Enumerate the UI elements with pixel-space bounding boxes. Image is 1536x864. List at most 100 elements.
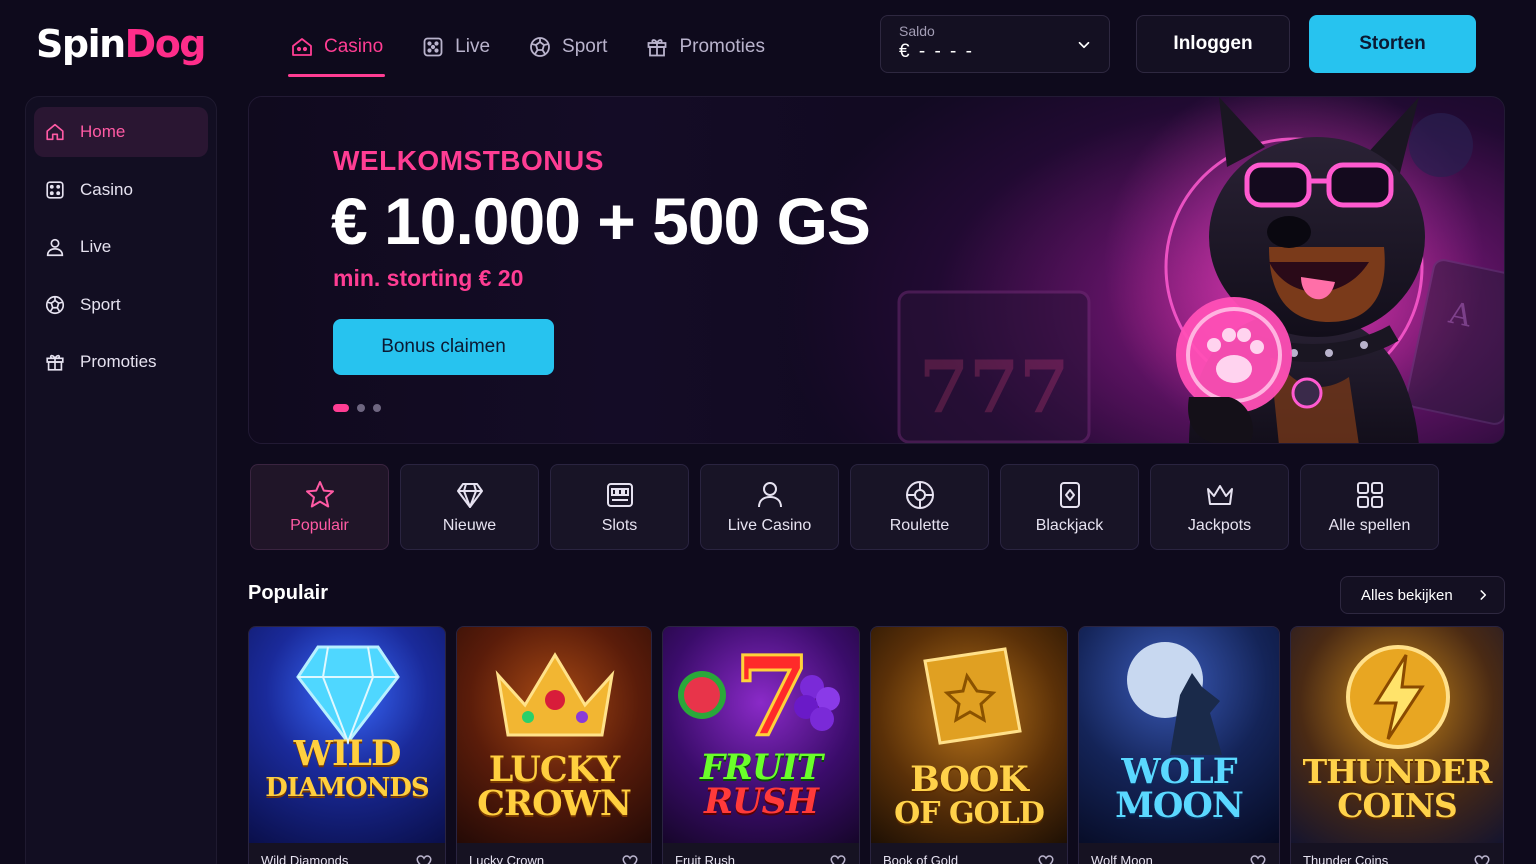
balance-dropdown[interactable]: Saldo € - - - - <box>880 15 1110 73</box>
carousel-dot-2[interactable] <box>357 404 365 412</box>
logo-part-spin: Spin <box>36 22 126 66</box>
category-label: Alle spellen <box>1328 517 1411 534</box>
category-label: Roulette <box>889 517 950 534</box>
gift-icon <box>648 39 667 57</box>
ball-icon <box>45 295 65 314</box>
sidebar-item-casino[interactable]: Casino <box>34 165 208 215</box>
sidebar-item-label: Promoties <box>80 352 157 371</box>
nav-item-sport[interactable]: Sport <box>526 26 609 68</box>
category-label: Populair <box>290 517 349 534</box>
section-title-popular: Populair <box>248 582 329 604</box>
category-nieuwe[interactable]: Nieuwe <box>400 464 539 550</box>
home-icon <box>46 123 64 141</box>
sidebar-item-label: Live <box>80 237 112 256</box>
category-alle-spellen[interactable]: Alle spellen <box>1300 464 1439 550</box>
sidebar-item-promoties[interactable]: Promoties <box>34 337 208 387</box>
star-icon <box>305 481 334 508</box>
see-all-button[interactable]: Alles bekijken <box>1340 576 1505 614</box>
heart-icon[interactable] <box>829 853 847 864</box>
sidebar-item-label: Home <box>80 122 126 141</box>
game-card-book-of-gold[interactable]: BOOK OF GOLD Book of Gold <box>870 626 1068 864</box>
game-card-wolf-moon[interactable]: WOLF MOON Wolf Moon <box>1078 626 1280 864</box>
hero-subtitle: min. storting € 20 <box>333 265 524 291</box>
category-label: Slots <box>601 517 638 534</box>
grid-icon <box>1356 482 1383 508</box>
card-icon <box>1059 482 1080 508</box>
crown-icon <box>1206 485 1233 505</box>
dice-icon <box>46 180 64 199</box>
game-card-fruit-rush[interactable]: 7 FRUIT RUSH Fruit Rush <box>662 626 860 864</box>
game-grid: WILD DIAMONDS Wild Diamonds LUCKY CROWN … <box>248 626 1504 864</box>
nav-label: Promoties <box>679 36 765 57</box>
sidebar-item-live[interactable]: Live <box>34 222 208 272</box>
heart-icon[interactable] <box>621 853 639 864</box>
lightning-coin-icon <box>1346 645 1450 749</box>
balance-value: € - - - - <box>899 41 974 62</box>
nav-item-promoties[interactable]: Promoties <box>643 26 767 68</box>
sidebar-item-home[interactable]: Home <box>34 107 208 157</box>
heart-icon[interactable] <box>1473 853 1491 864</box>
carousel-dot-1[interactable] <box>333 404 349 412</box>
category-populair[interactable]: Populair <box>250 464 389 550</box>
login-button[interactable]: Inloggen <box>1136 15 1290 73</box>
game-thumbnail: WOLF MOON <box>1079 627 1279 843</box>
game-title-line2: RUSH <box>704 781 819 822</box>
hero-kicker: WELKOMSTBONUS <box>333 145 604 176</box>
game-thumbnail: BOOK OF GOLD <box>871 627 1067 843</box>
casino-icon <box>292 38 312 56</box>
deposit-button[interactable]: Storten <box>1309 15 1476 73</box>
category-label: Jackpots <box>1187 517 1252 534</box>
category-slots[interactable]: Slots <box>550 464 689 550</box>
svg-text:7: 7 <box>734 635 811 745</box>
game-title-art: BOOK OF GOLD <box>871 762 1067 831</box>
game-thumbnail: WILD DIAMONDS <box>249 627 445 843</box>
logo[interactable]: Spin Dog <box>36 22 207 66</box>
category-jackpots[interactable]: Jackpots <box>1150 464 1289 550</box>
game-title-line2: COINS <box>1337 786 1457 825</box>
svg-text:777: 777 <box>919 344 1069 429</box>
game-name: Wolf Moon <box>1091 853 1153 864</box>
nav-item-live[interactable]: Live <box>419 26 492 68</box>
category-live-casino[interactable]: Live Casino <box>700 464 839 550</box>
heart-icon[interactable] <box>415 853 433 864</box>
game-card-thunder-coins[interactable]: THUNDER COINS Thunder Coins <box>1290 626 1504 864</box>
nav-label: Live <box>455 36 491 57</box>
game-name: Lucky Crown <box>469 853 545 864</box>
category-label: Nieuwe <box>442 517 497 534</box>
game-title-line2: DIAMONDS <box>265 773 429 803</box>
sidebar-item-sport[interactable]: Sport <box>34 280 208 330</box>
game-title-line1: WILD <box>293 733 402 774</box>
fruit-seven-icon: 7 <box>678 635 840 745</box>
game-title-art: THUNDER COINS <box>1291 755 1503 823</box>
game-title-line1: FRUIT <box>700 747 823 788</box>
logo-part-dog: Dog <box>124 22 207 66</box>
diamond-icon <box>456 483 483 508</box>
claim-bonus-button[interactable]: Bonus claimen <box>333 319 554 375</box>
roulette-icon <box>905 481 934 509</box>
nav-item-casino[interactable]: Casino <box>288 26 386 77</box>
chevron-right-icon <box>1480 590 1487 600</box>
diamond-icon <box>296 645 400 745</box>
game-title-line1: THUNDER <box>1302 752 1493 791</box>
game-card-lucky-crown[interactable]: LUCKY CROWN Lucky Crown <box>456 626 652 864</box>
game-title-line2: OF GOLD <box>894 796 1045 831</box>
game-title-line2: CROWN <box>477 783 632 824</box>
category-blackjack[interactable]: Blackjack <box>1000 464 1139 550</box>
game-title-art: WOLF MOON <box>1079 754 1279 823</box>
category-roulette[interactable]: Roulette <box>850 464 989 550</box>
header: Spin Dog Casino Live Sport Promoties Sal… <box>0 0 1536 92</box>
game-title-art: FRUIT RUSH <box>663 747 859 822</box>
hero-banner[interactable]: 777 A WELKOMSTBONUS € 10.000 + 500 GS mi… <box>248 96 1505 444</box>
game-name: Wild Diamonds <box>261 853 349 864</box>
game-name: Thunder Coins <box>1303 853 1389 864</box>
carousel-dot-3[interactable] <box>373 404 381 412</box>
sidebar: Home Casino Live Sport Promoties <box>25 96 217 864</box>
sidebar-item-label: Casino <box>80 179 133 199</box>
heart-icon[interactable] <box>1037 853 1055 864</box>
game-thumbnail: 7 FRUIT RUSH <box>663 627 859 843</box>
heart-icon[interactable] <box>1249 853 1267 864</box>
see-all-label: Alles bekijken <box>1361 586 1453 604</box>
carousel-dots <box>333 404 381 412</box>
game-card-wild-diamonds[interactable]: WILD DIAMONDS Wild Diamonds <box>248 626 446 864</box>
gift-icon <box>46 354 64 371</box>
